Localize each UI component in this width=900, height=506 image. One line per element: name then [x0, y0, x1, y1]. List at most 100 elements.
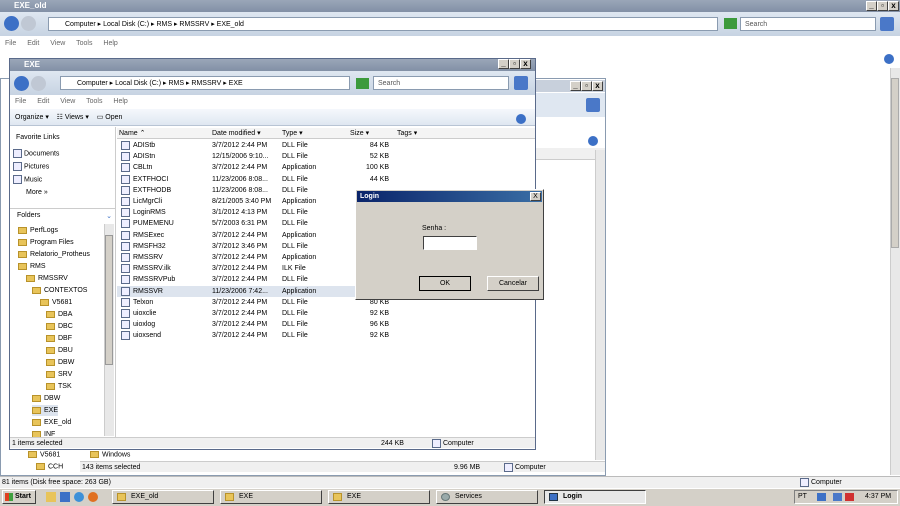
back-back-icon[interactable] — [4, 16, 19, 31]
front-refresh-icon[interactable] — [356, 78, 369, 89]
tree-item[interactable]: V5681 — [40, 297, 72, 308]
back-refresh-icon[interactable] — [724, 18, 737, 29]
mid-maximize-button[interactable]: ▫ — [581, 81, 592, 91]
file-row[interactable]: RMSSRVPub 3/7/2012 2:44 PM DLL File — [117, 274, 357, 285]
file-row[interactable]: RMSSRV.ilk 3/7/2012 2:44 PM ILK File — [117, 263, 357, 274]
back-crumb-2[interactable]: RMS — [156, 21, 172, 28]
front-forward-icon[interactable] — [31, 76, 46, 91]
tree-item[interactable]: TSK — [46, 381, 72, 392]
front-menu-file[interactable]: File — [15, 98, 26, 105]
mid-help-icon[interactable] — [588, 136, 598, 146]
mid-tree-item[interactable]: CCH — [36, 463, 63, 470]
file-row[interactable]: RMSExec 3/7/2012 2:44 PM Application — [117, 230, 357, 241]
mid-search-icon[interactable] — [586, 98, 600, 112]
file-row[interactable]: EXTFHOCI 11/23/2006 8:08... DLL File 44 KB — [117, 174, 389, 185]
quicklaunch-firefox-icon[interactable] — [88, 492, 98, 502]
back-search-icon[interactable] — [880, 17, 894, 31]
front-crumb-2[interactable]: RMS — [168, 80, 184, 87]
front-minimize-button[interactable]: _ — [498, 59, 509, 69]
back-search-input[interactable]: Search — [740, 17, 876, 31]
column-tags[interactable]: Tags ▾ — [397, 128, 417, 139]
front-crumb-0[interactable]: Computer — [77, 80, 108, 87]
tree-item[interactable]: RMS — [18, 261, 46, 272]
file-row[interactable]: CBLtn 3/7/2012 2:44 PM Application 100 KB — [117, 162, 389, 173]
mid-tree-item[interactable]: V5681 — [28, 451, 60, 458]
file-row[interactable]: PUMEMENU 5/7/2003 6:31 PM DLL File — [117, 218, 357, 229]
back-crumb-3[interactable]: RMSSRV — [179, 21, 209, 28]
task-exe-old[interactable]: EXE_old — [112, 490, 214, 504]
organize-button[interactable]: Organize ▾ — [15, 114, 49, 121]
task-login[interactable]: Login — [544, 490, 646, 504]
front-back-icon[interactable] — [14, 76, 29, 91]
password-field[interactable] — [423, 236, 477, 250]
back-menu-tools[interactable]: Tools — [76, 40, 92, 47]
back-menu-help[interactable]: Help — [103, 40, 117, 47]
front-menu-tools[interactable]: Tools — [86, 98, 102, 105]
back-forward-icon[interactable] — [21, 16, 36, 31]
front-search-input[interactable]: Search — [373, 76, 509, 90]
mid-minimize-button[interactable]: _ — [570, 81, 581, 91]
front-maximize-button[interactable]: ▫ — [509, 59, 520, 69]
ok-button[interactable]: OK — [419, 276, 471, 291]
column-size[interactable]: Size ▾ — [350, 128, 369, 139]
front-menu-edit[interactable]: Edit — [37, 98, 49, 105]
tree-item[interactable]: EXE — [32, 405, 59, 416]
tree-item[interactable]: EXE_old — [32, 417, 71, 428]
speaker-icon[interactable] — [833, 493, 842, 501]
quicklaunch-desktop-icon[interactable] — [60, 492, 70, 502]
tree-item[interactable]: DBU — [46, 345, 73, 356]
mid-vertical-scrollbar[interactable] — [595, 150, 605, 460]
clock[interactable]: 4:37 PM — [865, 491, 891, 503]
more-link[interactable]: More » — [26, 189, 48, 196]
back-help-icon[interactable] — [884, 54, 894, 64]
views-button[interactable]: ☷ Views ▾ — [57, 114, 89, 121]
front-search-icon[interactable] — [514, 76, 528, 90]
favorite-documents[interactable]: Documents — [13, 149, 59, 158]
tree-item[interactable]: CONTEXTOS — [32, 285, 87, 296]
front-close-button[interactable]: x — [520, 59, 531, 69]
quicklaunch-explorer-icon[interactable] — [46, 492, 56, 502]
tree-scroll-thumb[interactable] — [105, 235, 113, 365]
favorite-music[interactable]: Music — [13, 175, 42, 184]
file-row[interactable]: uioxclie 3/7/2012 2:44 PM DLL File 92 KB — [117, 308, 389, 319]
file-row[interactable]: RMSFH32 3/7/2012 3:46 PM DLL File — [117, 241, 357, 252]
back-minimize-button[interactable]: _ — [866, 1, 877, 11]
start-button[interactable]: Start — [2, 490, 36, 504]
file-row[interactable]: RMSSVR 11/23/2006 7:42... Application — [117, 285, 357, 297]
tree-item[interactable]: Program Files — [18, 237, 74, 248]
tree-item[interactable]: DBA — [46, 309, 72, 320]
open-button[interactable]: ▭ Open — [97, 114, 123, 121]
column-date[interactable]: Date modified ▾ — [212, 128, 261, 139]
column-type[interactable]: Type ▾ — [282, 128, 303, 139]
back-maximize-button[interactable]: ▫ — [877, 1, 888, 11]
front-menu-view[interactable]: View — [60, 98, 75, 105]
tree-item[interactable]: DBF — [46, 333, 72, 344]
network-icon[interactable] — [817, 493, 826, 501]
file-row[interactable]: LicMgrCli 8/21/2005 3:40 PM Application — [117, 196, 357, 207]
back-close-button[interactable]: x — [888, 1, 899, 11]
front-menu-help[interactable]: Help — [113, 98, 127, 105]
front-crumb-1[interactable]: Local Disk (C:) — [115, 80, 161, 87]
task-exe-2[interactable]: EXE — [328, 490, 430, 504]
file-row[interactable]: LoginRMS 3/1/2012 4:13 PM DLL File — [117, 207, 357, 218]
file-row[interactable]: uioxlog 3/7/2012 2:44 PM DLL File 96 KB — [117, 319, 389, 330]
file-row[interactable]: RMSSRV 3/7/2012 2:44 PM Application — [117, 252, 357, 263]
back-crumb-1[interactable]: Local Disk (C:) — [103, 21, 149, 28]
back-menu-file[interactable]: File — [5, 40, 16, 47]
tree-item[interactable]: DBC — [46, 321, 73, 332]
tree-item[interactable]: DBW — [32, 393, 60, 404]
security-alert-icon[interactable] — [845, 493, 854, 501]
file-row[interactable]: ADIStb 3/7/2012 2:44 PM DLL File 84 KB — [117, 140, 389, 151]
file-row[interactable]: uioxsend 3/7/2012 2:44 PM DLL File 92 KB — [117, 330, 389, 341]
favorite-pictures[interactable]: Pictures — [13, 162, 49, 171]
language-indicator[interactable]: PT — [798, 493, 807, 500]
tree-item[interactable]: PerfLogs — [18, 225, 58, 236]
cancel-button[interactable]: Cancelar — [487, 276, 539, 291]
back-scroll-thumb[interactable] — [891, 78, 899, 248]
tree-item[interactable]: SRV — [46, 369, 72, 380]
back-crumb-4[interactable]: EXE_old — [217, 21, 244, 28]
front-breadcrumb[interactable]: Computer ▸ Local Disk (C:) ▸ RMS ▸ RMSSR… — [60, 76, 350, 90]
task-services[interactable]: Services — [436, 490, 538, 504]
back-breadcrumb[interactable]: Computer ▸ Local Disk (C:) ▸ RMS ▸ RMSSR… — [48, 17, 718, 31]
tree-item[interactable]: Relatorio_Protheus — [18, 249, 90, 260]
